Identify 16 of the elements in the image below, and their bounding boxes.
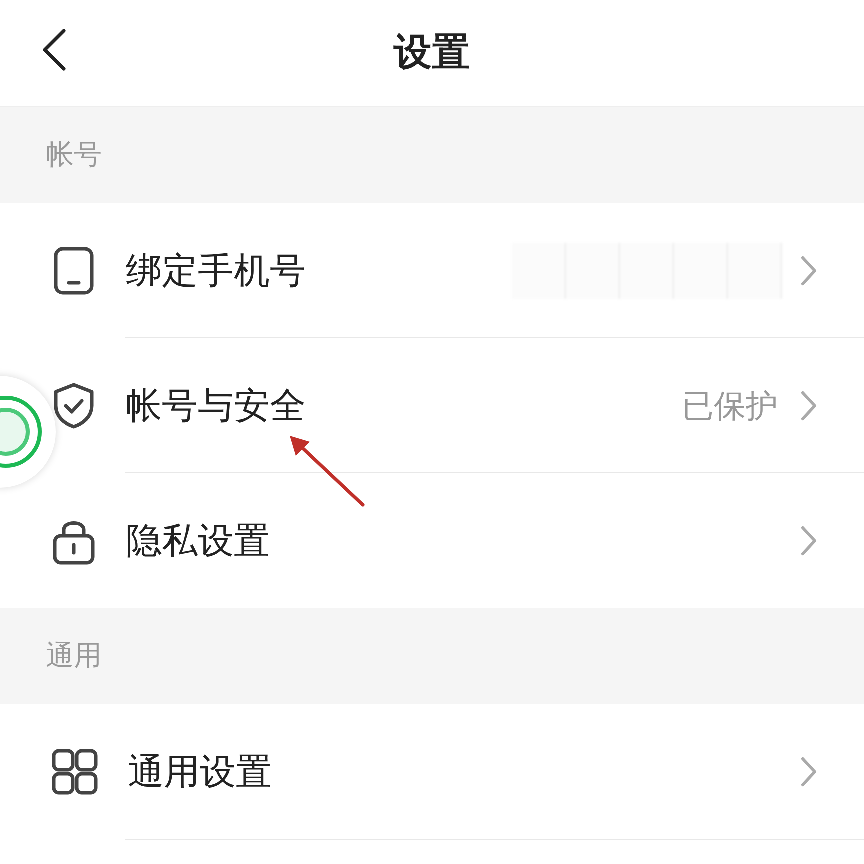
- back-icon: [41, 28, 67, 72]
- grid-icon: [52, 748, 98, 794]
- row-label: 帐号与安全: [126, 384, 307, 428]
- row-label: 通用设置: [128, 750, 273, 794]
- chevron-right-icon: [800, 756, 818, 788]
- chevron-right-icon: [800, 390, 818, 422]
- section-header: 通用: [46, 639, 102, 673]
- section-header: 帐号: [46, 138, 102, 172]
- page-title: 设置: [394, 30, 470, 76]
- row-value: 已保护: [682, 386, 778, 426]
- chevron-right-icon: [800, 254, 818, 286]
- row-label: 绑定手机号: [126, 248, 307, 292]
- phone-icon: [52, 246, 96, 294]
- row-label: 隐私设置: [126, 518, 271, 562]
- chevron-right-icon: [800, 524, 818, 556]
- shield-icon: [52, 382, 96, 430]
